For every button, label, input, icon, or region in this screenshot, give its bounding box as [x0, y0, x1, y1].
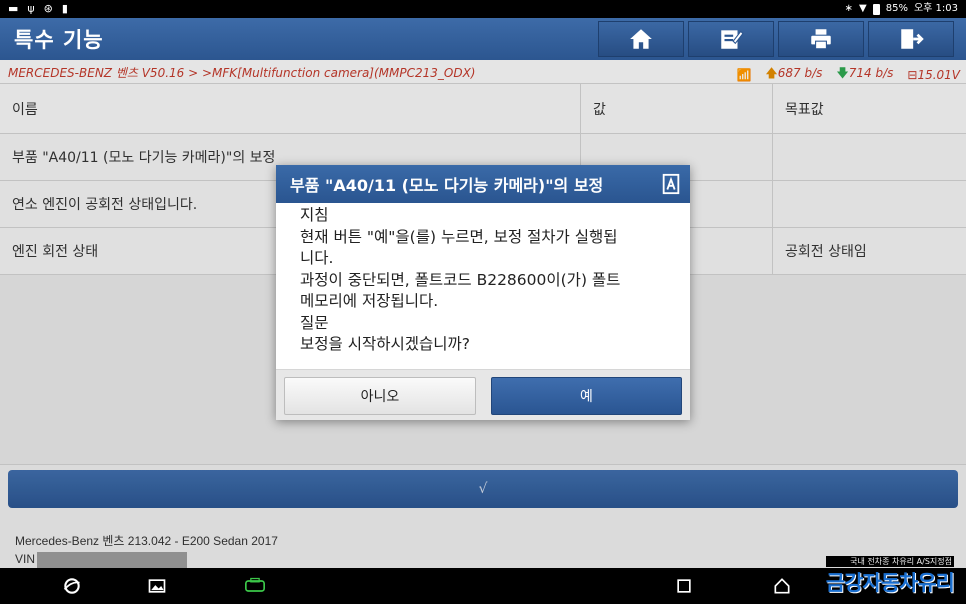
calibration-dialog: 부품 "A40/11 (모노 다기능 카메라)"의 보정 지침 현재 버튼 "예…	[276, 165, 690, 420]
battery-percent: 85%	[885, 3, 908, 14]
dialog-footer: 아니오 예	[276, 369, 690, 420]
recent-apps-icon[interactable]	[674, 576, 694, 596]
dialog-line: 보정을 시작하시겠습니까?	[300, 335, 471, 353]
dialog-line: 메모리에 저장됩니다.	[300, 292, 439, 310]
status-bar: ▬ ψ ⊛ ▮ ∗ ▼ 85% 오후 1:03	[0, 0, 966, 18]
exit-icon	[901, 29, 924, 49]
battery-icon	[872, 3, 880, 15]
wifi-status-icon: ▼	[859, 3, 867, 14]
dialog-line: 과정이 중단되면, 폴트코드 B228600이(가) 폴트	[300, 270, 621, 289]
print-button[interactable]	[778, 21, 864, 57]
gallery-notification-icon: ▬	[8, 2, 19, 15]
dialog-header: 부품 "A40/11 (모노 다기능 카메라)"의 보정	[276, 165, 690, 203]
dialog-body: 지침 현재 버튼 "예"을(를) 누르면, 보정 절차가 실행됩 니다. 과정이…	[276, 203, 690, 369]
page-title: 특수 기능	[14, 28, 104, 52]
usb-notification-icon: ψ	[27, 2, 35, 15]
watermark-brand: 금강자동차유리	[825, 571, 955, 595]
edit-button[interactable]	[688, 21, 774, 57]
home-button[interactable]	[598, 21, 684, 57]
bluetooth-icon: ∗	[844, 3, 854, 14]
app-header: 특수 기능	[0, 18, 966, 60]
browser-icon[interactable]	[62, 576, 82, 596]
exit-button[interactable]	[868, 21, 954, 57]
dialog-line: 니다.	[300, 249, 334, 267]
dialog-line: 지침	[300, 206, 329, 224]
help-doc-icon[interactable]	[660, 173, 682, 195]
screenshot-icon[interactable]	[147, 576, 167, 596]
no-button[interactable]: 아니오	[284, 377, 476, 415]
vci-icon[interactable]	[242, 576, 268, 596]
home-icon	[630, 29, 652, 49]
print-icon	[811, 29, 831, 50]
dialog-line: 질문	[300, 313, 329, 332]
person-notification-icon: ▮	[61, 2, 68, 15]
dialog-line: 현재 버튼 "예"을(를) 누르면, 보정 절차가 실행됩	[300, 227, 618, 246]
dialog-title: 부품 "A40/11 (모노 다기능 카메라)"의 보정	[290, 176, 604, 195]
yes-button[interactable]: 예	[491, 377, 682, 415]
home-nav-icon[interactable]	[772, 576, 792, 596]
clock: 오후 1:03	[913, 3, 958, 14]
android-nav-bar	[0, 568, 966, 604]
sync-notification-icon: ⊛	[43, 2, 53, 15]
edit-icon	[721, 30, 744, 49]
